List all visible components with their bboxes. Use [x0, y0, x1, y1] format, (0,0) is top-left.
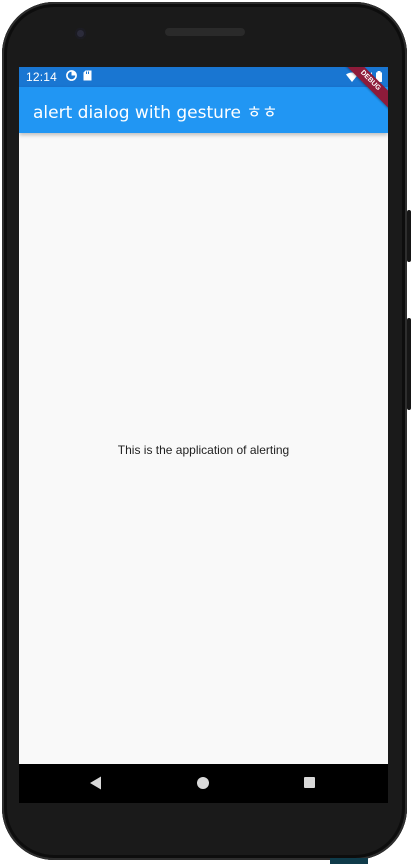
earpiece-speaker	[165, 28, 245, 36]
volume-button	[407, 318, 411, 410]
front-camera-icon	[75, 28, 86, 39]
back-icon[interactable]	[89, 776, 102, 795]
status-time: 12:14	[26, 70, 58, 84]
app-bar-title: alert dialog with gesture ㅎㅎ	[33, 102, 278, 123]
recents-icon[interactable]	[304, 777, 315, 788]
chin-accent	[330, 858, 368, 864]
navigation-bar	[19, 764, 388, 803]
phone-frame: 12:14 alert dialog with gesture ㅎㅎ DEBUG…	[0, 0, 411, 864]
power-button	[407, 210, 411, 262]
status-bar: 12:14	[19, 67, 388, 87]
data-saver-icon	[66, 70, 77, 84]
app-bar: alert dialog with gesture ㅎㅎ	[19, 87, 388, 133]
sd-card-icon	[83, 70, 92, 84]
screen: 12:14 alert dialog with gesture ㅎㅎ DEBUG…	[19, 67, 388, 803]
home-icon[interactable]	[197, 777, 209, 789]
body-message: This is the application of alerting	[117, 443, 290, 457]
